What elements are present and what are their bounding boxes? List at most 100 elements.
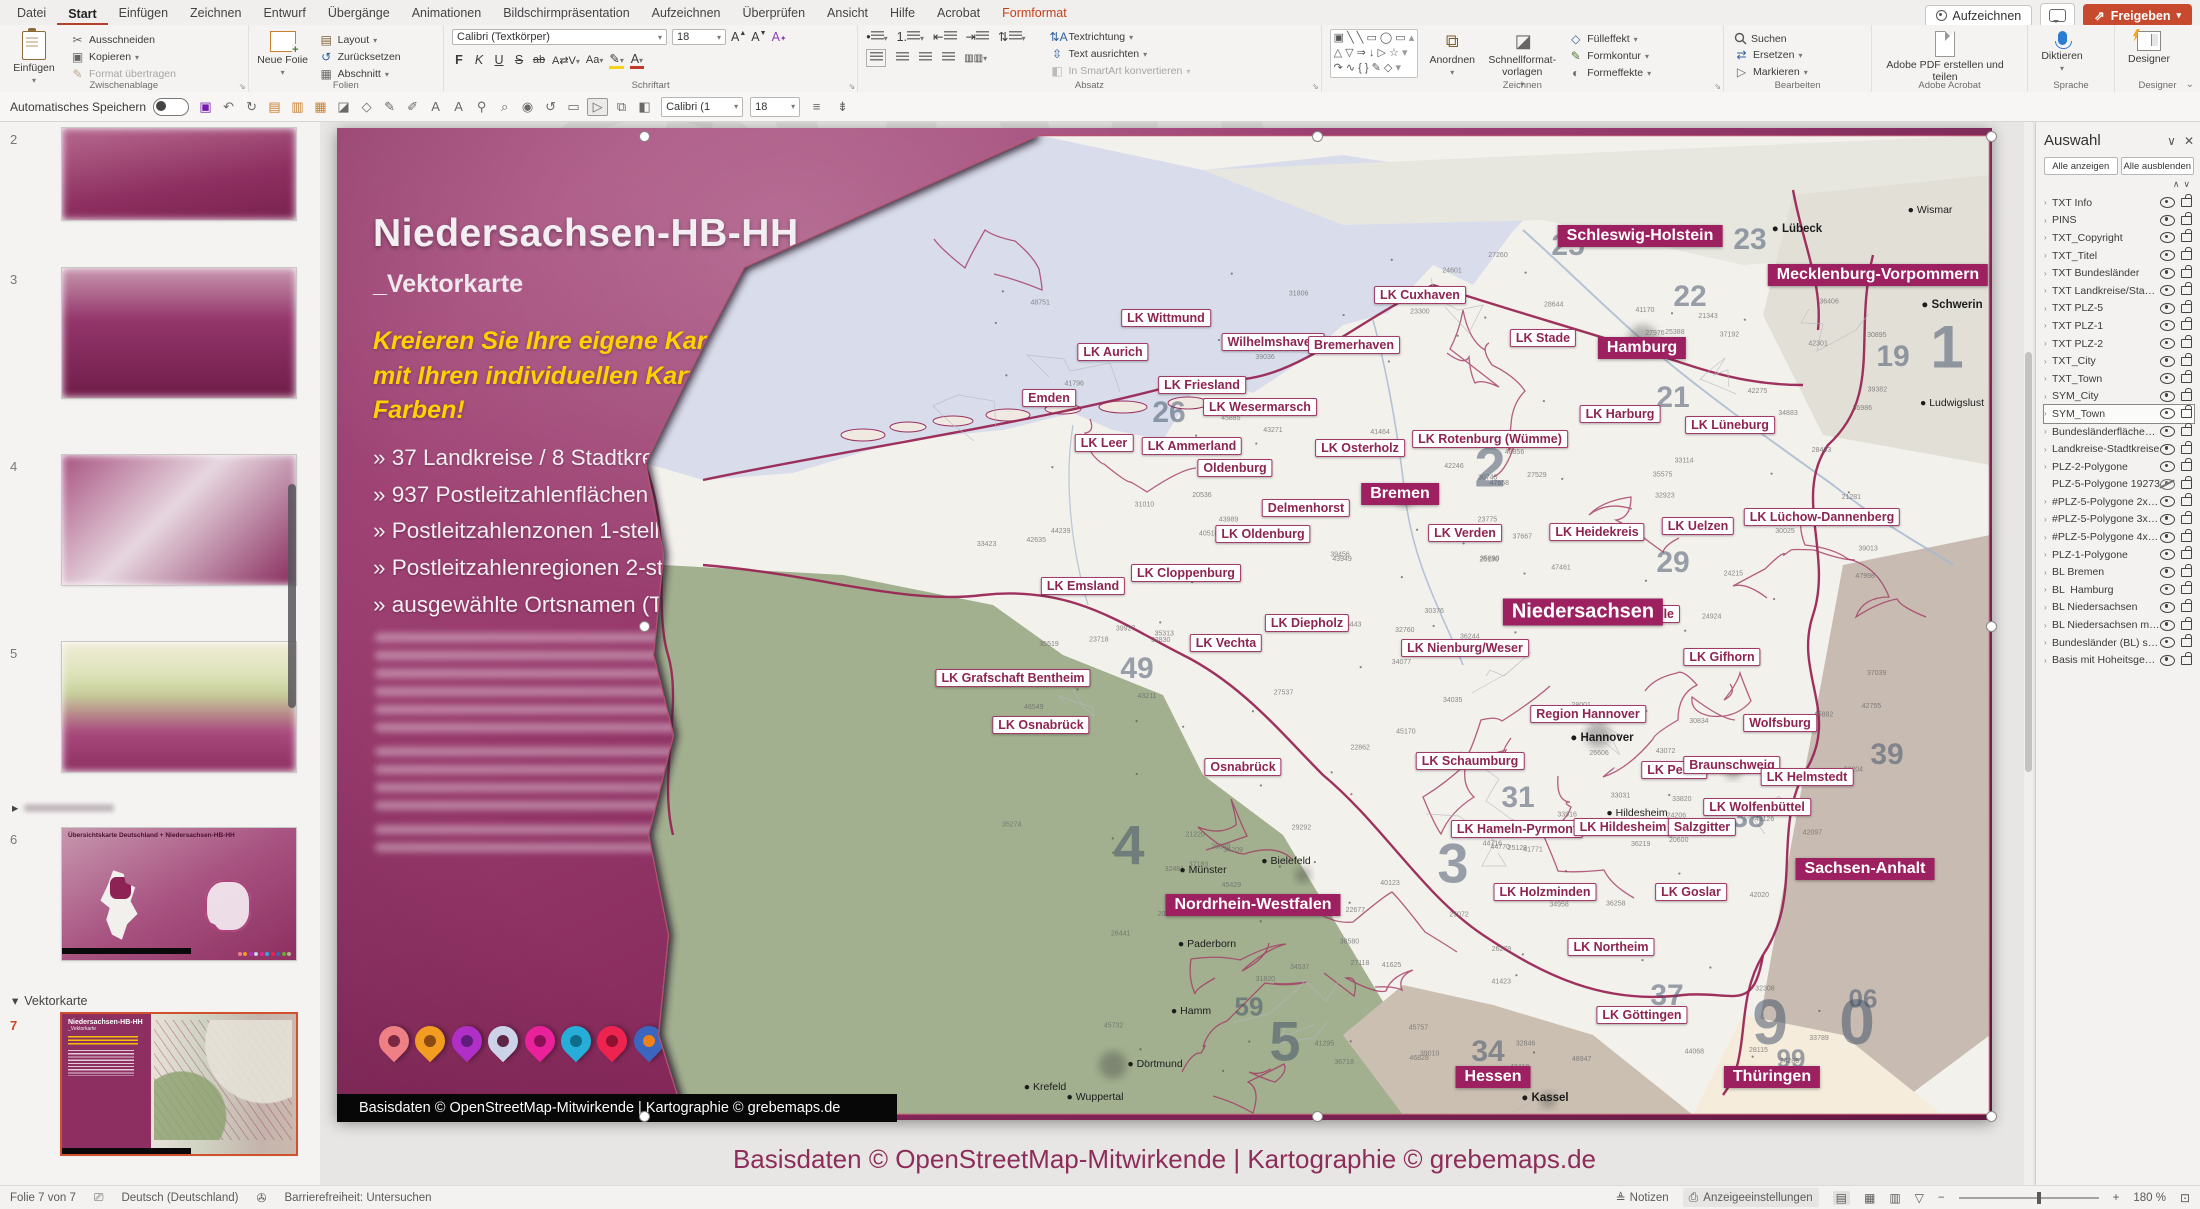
tab-übergänge[interactable]: Übergänge [317, 2, 401, 25]
slide-thumbnail-7[interactable]: Niedersachsen-HB-HH_Vektorkarte [62, 1014, 296, 1154]
slide-thumbnail-5[interactable] [62, 642, 296, 772]
expand-icon[interactable]: › [2044, 603, 2052, 612]
font-size-combo[interactable]: 18▾ [672, 29, 726, 45]
visibility-eye-icon[interactable] [2160, 567, 2175, 578]
reorder-arrows[interactable]: ∧∨ [2044, 179, 2194, 190]
qat-font-combo[interactable]: Calibri (1▾ [661, 97, 743, 117]
clear-format-button[interactable]: A✦ [772, 30, 787, 44]
display-settings-button[interactable]: ⎙Anzeigeeinstellungen [1683, 1188, 1819, 1207]
slide[interactable]: Niedersachsen-HB-HH _Vektorkarte Kreiere… [337, 128, 1992, 1120]
text-box-icon[interactable]: ▭ [564, 99, 583, 115]
language-indicator[interactable]: Deutsch (Deutschland) [121, 1192, 238, 1204]
layer-item[interactable]: ›BL Niedersachsen [2044, 599, 2194, 617]
tab-formformat[interactable]: Formformat [991, 2, 1078, 25]
selection-handle[interactable] [639, 1111, 650, 1122]
visibility-eye-icon[interactable] [2160, 391, 2175, 402]
copy-button[interactable]: ▣Kopieren ▾ [68, 49, 178, 65]
cut-button[interactable]: ✂Ausschneiden [68, 32, 178, 48]
paste-button[interactable]: Einfügen▾ [8, 29, 60, 85]
align-left-button[interactable] [866, 49, 886, 67]
selection-handle[interactable] [1312, 131, 1323, 142]
unlock-icon[interactable] [2181, 445, 2192, 454]
expand-icon[interactable]: › [2044, 339, 2052, 348]
decrease-indent-button[interactable]: ⇤ [933, 29, 956, 44]
layer-item[interactable]: ›Landkreise-Stadtkreise [2044, 440, 2194, 458]
slide-thumbnail-6[interactable]: Übersichtskarte Deutschland + Niedersach… [62, 828, 296, 960]
unlock-icon[interactable] [2181, 656, 2192, 665]
visibility-eye-icon[interactable] [2160, 637, 2175, 648]
visibility-eye-icon[interactable] [2160, 532, 2175, 543]
font-name-combo[interactable]: Calibri (Textkörper)▾ [452, 29, 667, 45]
unlock-icon[interactable] [2181, 550, 2192, 559]
selection-handle[interactable] [1986, 621, 1997, 632]
selection-handle[interactable] [1986, 131, 1997, 142]
visibility-eye-icon[interactable] [2160, 655, 2175, 666]
paragraph-dialog-launcher[interactable]: ⇘ [1312, 82, 1319, 91]
picture-format-icon[interactable]: ◧ [635, 99, 654, 115]
expand-icon[interactable]: › [2044, 550, 2052, 559]
expand-icon[interactable]: › [2044, 198, 2052, 207]
layer-item[interactable]: ›TXT PLZ-2 [2044, 335, 2194, 353]
subscript-button[interactable]: ab [532, 54, 546, 66]
normal-view-button[interactable]: ▤ [1833, 1191, 1850, 1205]
clipboard-dialog-launcher[interactable]: ⇘ [239, 82, 246, 91]
unlock-icon[interactable] [2181, 568, 2192, 577]
create-pdf-button[interactable]: Adobe PDF erstellen und teilen [1880, 29, 2010, 83]
expand-icon[interactable]: › [2044, 497, 2052, 506]
visibility-eye-icon[interactable] [2160, 496, 2175, 507]
find-button[interactable]: Suchen [1732, 31, 1810, 46]
change-case-button[interactable]: Aa▾ [586, 54, 603, 66]
layer-item[interactable]: ›TXT PLZ-5 [2044, 300, 2194, 318]
visibility-eye-icon[interactable] [2160, 602, 2175, 613]
visibility-eye-off-icon[interactable] [2160, 479, 2175, 490]
font-color-icon[interactable]: A [426, 99, 445, 114]
redo-icon[interactable]: ↻ [242, 99, 261, 115]
shape-gallery[interactable]: ▣ ╲ ╲ ▭ ◯ ▭ ▴ △ ▽ ⇒ ↓ ▷ ☆ ▾ ↷ ∿ { } ✎ ◇ … [1330, 29, 1419, 78]
zoom-in-button[interactable]: + [2113, 1192, 2120, 1204]
layer-item[interactable]: ›#PLZ-5-Polygone 4xxxx [2044, 528, 2194, 546]
unlock-icon[interactable] [2181, 621, 2192, 630]
text-highlight-button[interactable]: ✎▾ [609, 51, 624, 69]
visibility-eye-icon[interactable] [2160, 356, 2175, 367]
visibility-eye-icon[interactable] [2160, 303, 2175, 314]
visibility-eye-icon[interactable] [2160, 268, 2175, 279]
visibility-eye-icon[interactable] [2160, 285, 2175, 296]
justify-button[interactable] [941, 51, 955, 65]
shape-effects-button[interactable]: ◐Formeffekte ▾ [1566, 65, 1653, 81]
pen-icon[interactable]: ✐ [403, 99, 422, 115]
expand-icon[interactable]: › [2044, 269, 2052, 278]
line-spacing-button[interactable]: ⇅▾ [998, 29, 1026, 44]
tab-datei[interactable]: Datei [6, 2, 57, 25]
tab-zeichnen[interactable]: Zeichnen [179, 2, 252, 25]
show-all-button[interactable]: Alle anzeigen [2044, 157, 2118, 175]
smartart-button[interactable]: ◧In SmartArt konvertieren ▾ [1048, 63, 1193, 79]
char-spacing-button[interactable]: A⇄V▾ [552, 54, 580, 67]
reading-view-button[interactable]: ▥ [1889, 1191, 1900, 1205]
expand-icon[interactable]: › [2044, 638, 2052, 647]
tab-aufzeichnen[interactable]: Aufzeichnen [641, 2, 732, 25]
layer-item[interactable]: ›TXT_City [2044, 352, 2194, 370]
zoom-out-button[interactable]: − [1938, 1192, 1945, 1204]
font-dialog-launcher[interactable]: ⇘ [848, 82, 855, 91]
align-right-button[interactable] [918, 51, 932, 65]
duplicate-slide-icon[interactable]: ▦ [311, 99, 330, 115]
unlock-icon[interactable] [2181, 216, 2192, 225]
unlock-icon[interactable] [2181, 497, 2192, 506]
expand-icon[interactable]: › [2044, 515, 2052, 524]
search-icon[interactable]: ⌕ [495, 99, 514, 115]
layer-item[interactable]: ›TXT Landkreise/Stadtkreise [2044, 282, 2194, 300]
increase-indent-button[interactable]: ⇥ [966, 29, 989, 44]
grow-font-button[interactable]: A▲ [731, 30, 746, 44]
expand-icon[interactable]: › [2044, 357, 2052, 366]
bullets-button[interactable]: •▾ [866, 30, 887, 44]
layer-item[interactable]: ›Bundesländerflächen mit H… [2044, 423, 2194, 441]
slideshow-button[interactable]: ▽ [1915, 1191, 1924, 1205]
autosave-toggle[interactable] [153, 98, 189, 116]
selection-handle[interactable] [1986, 1111, 1997, 1122]
paste-options-icon[interactable]: ▤ [265, 99, 284, 115]
reset-button[interactable]: ↺Zurücksetzen [317, 49, 403, 65]
unlock-icon[interactable] [2181, 638, 2192, 647]
visibility-eye-icon[interactable] [2160, 320, 2175, 331]
collapse-ribbon-button[interactable]: ⌄ [2186, 79, 2194, 90]
visibility-eye-icon[interactable] [2160, 250, 2175, 261]
